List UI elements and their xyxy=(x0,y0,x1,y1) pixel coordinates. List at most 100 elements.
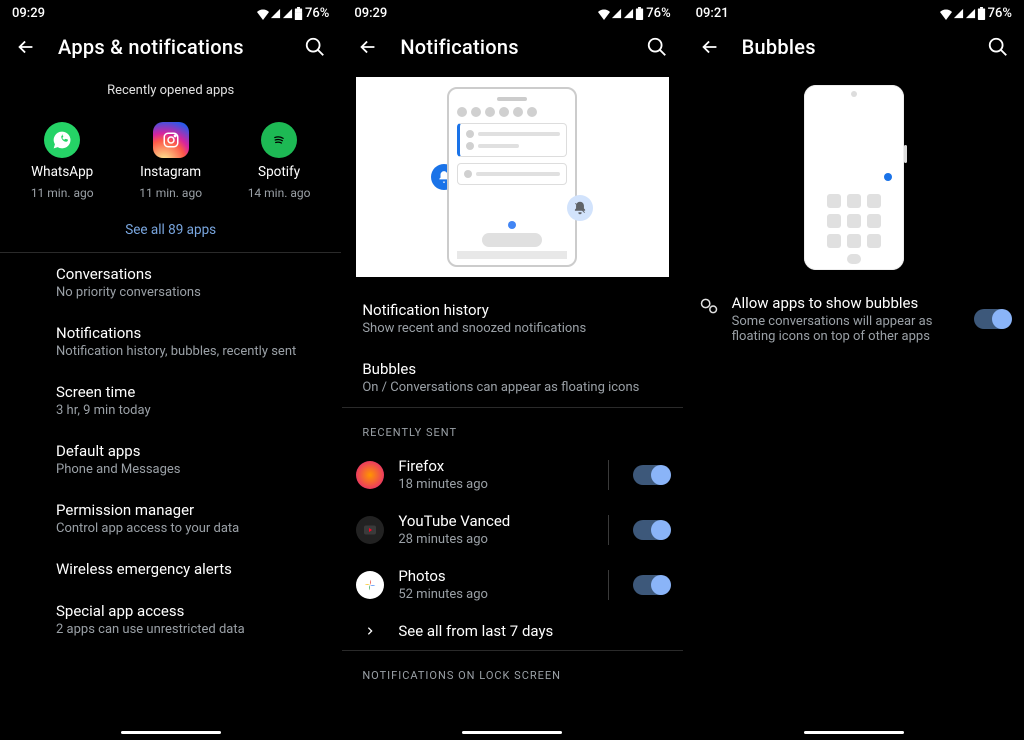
search-icon[interactable] xyxy=(303,35,327,59)
phone-mockup xyxy=(447,87,577,267)
app-name: YouTube Vanced xyxy=(398,512,583,530)
item-title: Default apps xyxy=(56,442,321,460)
app-sub: 11 min. ago xyxy=(139,186,202,200)
item-sub: 2 apps can use unrestricted data xyxy=(56,622,321,637)
status-right: 76% xyxy=(940,6,1012,21)
screen-notifications: 09:29 76% Notifications xyxy=(341,0,682,740)
lock-screen-header: Notifications on lock screen xyxy=(342,651,682,690)
item-wireless-alerts[interactable]: Wireless emergency alerts xyxy=(0,548,341,590)
spotify-icon xyxy=(261,122,297,158)
page-title: Notifications xyxy=(400,35,624,59)
app-name: WhatsApp xyxy=(31,164,93,180)
status-time: 09:29 xyxy=(354,6,387,21)
toggle-youtube-vanced[interactable] xyxy=(633,520,669,540)
item-title: Allow apps to show bubbles xyxy=(732,294,962,312)
hero-illustration xyxy=(684,73,1024,284)
item-permission-manager[interactable]: Permission manager Control app access to… xyxy=(0,489,341,548)
recent-youtube-vanced[interactable]: YouTube Vanced 28 minutes ago xyxy=(342,502,682,557)
item-allow-bubbles[interactable]: Allow apps to show bubbles Some conversa… xyxy=(684,284,1024,354)
appbar: Bubbles xyxy=(684,25,1024,73)
appbar: Notifications xyxy=(342,25,682,73)
whatsapp-icon xyxy=(44,122,80,158)
status-right: 76% xyxy=(257,6,329,21)
back-icon[interactable] xyxy=(698,35,722,59)
phone-mockup xyxy=(804,85,904,270)
toggle-photos[interactable] xyxy=(633,575,669,595)
youtube-vanced-icon xyxy=(356,516,384,544)
photos-icon xyxy=(356,571,384,599)
app-spotify[interactable]: Spotify 14 min. ago xyxy=(248,122,311,200)
status-battery: 76% xyxy=(988,6,1012,21)
item-screen-time[interactable]: Screen time 3 hr, 9 min today xyxy=(0,371,341,430)
item-notification-history[interactable]: Notification history Show recent and sno… xyxy=(342,289,682,348)
app-name: Firefox xyxy=(398,457,583,475)
toggle-firefox[interactable] xyxy=(633,465,669,485)
gesture-pill[interactable] xyxy=(462,731,562,734)
status-bar: 09:21 76% xyxy=(684,0,1024,25)
item-conversations[interactable]: Conversations No priority conversations xyxy=(0,253,341,312)
recently-opened-header: Recently opened apps xyxy=(0,73,341,102)
status-bar: 09:29 76% xyxy=(342,0,682,25)
screen-apps-notifications: 09:29 76% Apps & notifications Recently … xyxy=(0,0,341,740)
item-title: See all from last 7 days xyxy=(398,622,668,640)
back-icon[interactable] xyxy=(356,35,380,59)
item-title: Wireless emergency alerts xyxy=(56,560,321,578)
item-sub: 3 hr, 9 min today xyxy=(56,403,321,418)
item-title: Notification history xyxy=(362,301,662,319)
item-title: Screen time xyxy=(56,383,321,401)
item-sub: Some conversations will appear as floati… xyxy=(732,314,962,344)
item-notifications[interactable]: Notifications Notification history, bubb… xyxy=(0,312,341,371)
status-time: 09:21 xyxy=(696,6,729,21)
item-special-app-access[interactable]: Special app access 2 apps can use unrest… xyxy=(0,590,341,649)
item-sub: No priority conversations xyxy=(56,285,321,300)
recent-photos[interactable]: Photos 52 minutes ago xyxy=(342,557,682,612)
divider xyxy=(608,570,609,600)
toggle-allow-bubbles[interactable] xyxy=(974,309,1010,329)
recent-apps: WhatsApp 11 min. ago Instagram 11 min. a… xyxy=(0,102,341,204)
gesture-pill[interactable] xyxy=(121,731,221,734)
settings-list: Conversations No priority conversations … xyxy=(0,253,341,649)
signal-icons xyxy=(257,7,303,20)
item-bubbles[interactable]: Bubbles On / Conversations can appear as… xyxy=(342,348,682,407)
bubbles-icon xyxy=(698,294,720,316)
instagram-icon xyxy=(153,122,189,158)
signal-icons xyxy=(598,7,644,20)
app-whatsapp[interactable]: WhatsApp 11 min. ago xyxy=(31,122,94,200)
item-title: Conversations xyxy=(56,265,321,283)
recent-firefox[interactable]: Firefox 18 minutes ago xyxy=(342,447,682,502)
app-sub: 52 minutes ago xyxy=(398,587,583,602)
status-battery: 76% xyxy=(646,6,670,21)
back-icon[interactable] xyxy=(14,35,38,59)
item-title: Bubbles xyxy=(362,360,662,378)
item-sub: Notification history, bubbles, recently … xyxy=(56,344,321,359)
item-title: Special app access xyxy=(56,602,321,620)
item-sub: Control app access to your data xyxy=(56,521,321,536)
recently-sent-header: Recently sent xyxy=(342,408,682,447)
app-sub: 18 minutes ago xyxy=(398,477,583,492)
settings-list: Notification history Show recent and sno… xyxy=(342,289,682,407)
app-sub: 14 min. ago xyxy=(248,186,311,200)
status-right: 76% xyxy=(598,6,670,21)
app-name: Instagram xyxy=(140,164,201,180)
search-icon[interactable] xyxy=(986,35,1010,59)
chevron-right-icon xyxy=(356,624,384,638)
hero-illustration xyxy=(356,77,668,277)
gesture-pill[interactable] xyxy=(804,731,904,734)
page-title: Apps & notifications xyxy=(58,35,283,59)
divider xyxy=(608,460,609,490)
screen-bubbles: 09:21 76% Bubbles xyxy=(683,0,1024,740)
app-instagram[interactable]: Instagram 11 min. ago xyxy=(139,122,202,200)
item-sub: On / Conversations can appear as floatin… xyxy=(362,380,662,395)
search-icon[interactable] xyxy=(645,35,669,59)
page-title: Bubbles xyxy=(742,35,966,59)
item-sub: Phone and Messages xyxy=(56,462,321,477)
item-sub: Show recent and snoozed notifications xyxy=(362,321,662,336)
app-sub: 28 minutes ago xyxy=(398,532,583,547)
item-default-apps[interactable]: Default apps Phone and Messages xyxy=(0,430,341,489)
see-all-apps[interactable]: See all 89 apps xyxy=(0,204,341,252)
appbar: Apps & notifications xyxy=(0,25,341,73)
app-name: Photos xyxy=(398,567,583,585)
bell-off-icon xyxy=(567,195,593,221)
item-title: Permission manager xyxy=(56,501,321,519)
see-all-from-7-days[interactable]: See all from last 7 days xyxy=(342,612,682,650)
